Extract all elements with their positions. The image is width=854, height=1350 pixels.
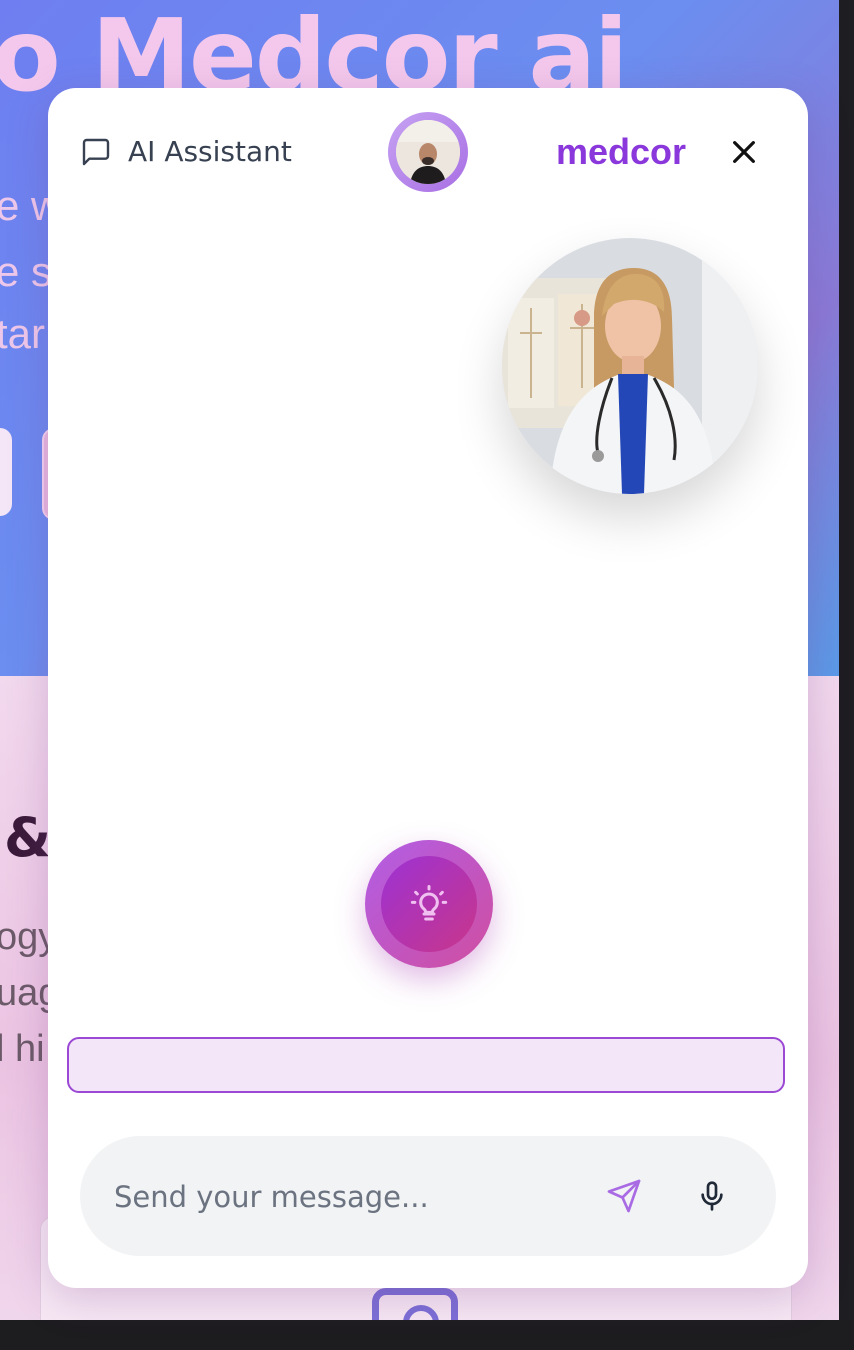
section-title: & [4,806,52,869]
window-edge [839,0,854,1320]
message-composer [80,1136,776,1256]
widget-title: AI Assistant [128,135,292,168]
hero-primary-button[interactable] [0,428,12,516]
taskbar [0,1320,854,1350]
transcript-box [67,1037,785,1093]
user-avatar[interactable] [388,112,468,192]
user-camera-preview [396,120,460,184]
chat-widget: AI Assistant medcor [48,88,808,1288]
close-icon[interactable] [728,136,760,168]
hero-text-line: tar [0,310,46,357]
lightbulb-icon [410,885,448,921]
suggestions-button-inner [381,856,477,952]
section-text-line: l hi [0,1028,45,1070]
microphone-icon[interactable] [696,1178,728,1214]
message-input[interactable] [112,1172,576,1222]
send-icon[interactable] [606,1178,642,1214]
camera-icon [372,1288,458,1320]
suggestions-button[interactable] [365,840,493,968]
doctor-avatar [502,238,758,494]
message-square-icon [82,138,110,166]
brand-logo: medcor [556,131,687,172]
